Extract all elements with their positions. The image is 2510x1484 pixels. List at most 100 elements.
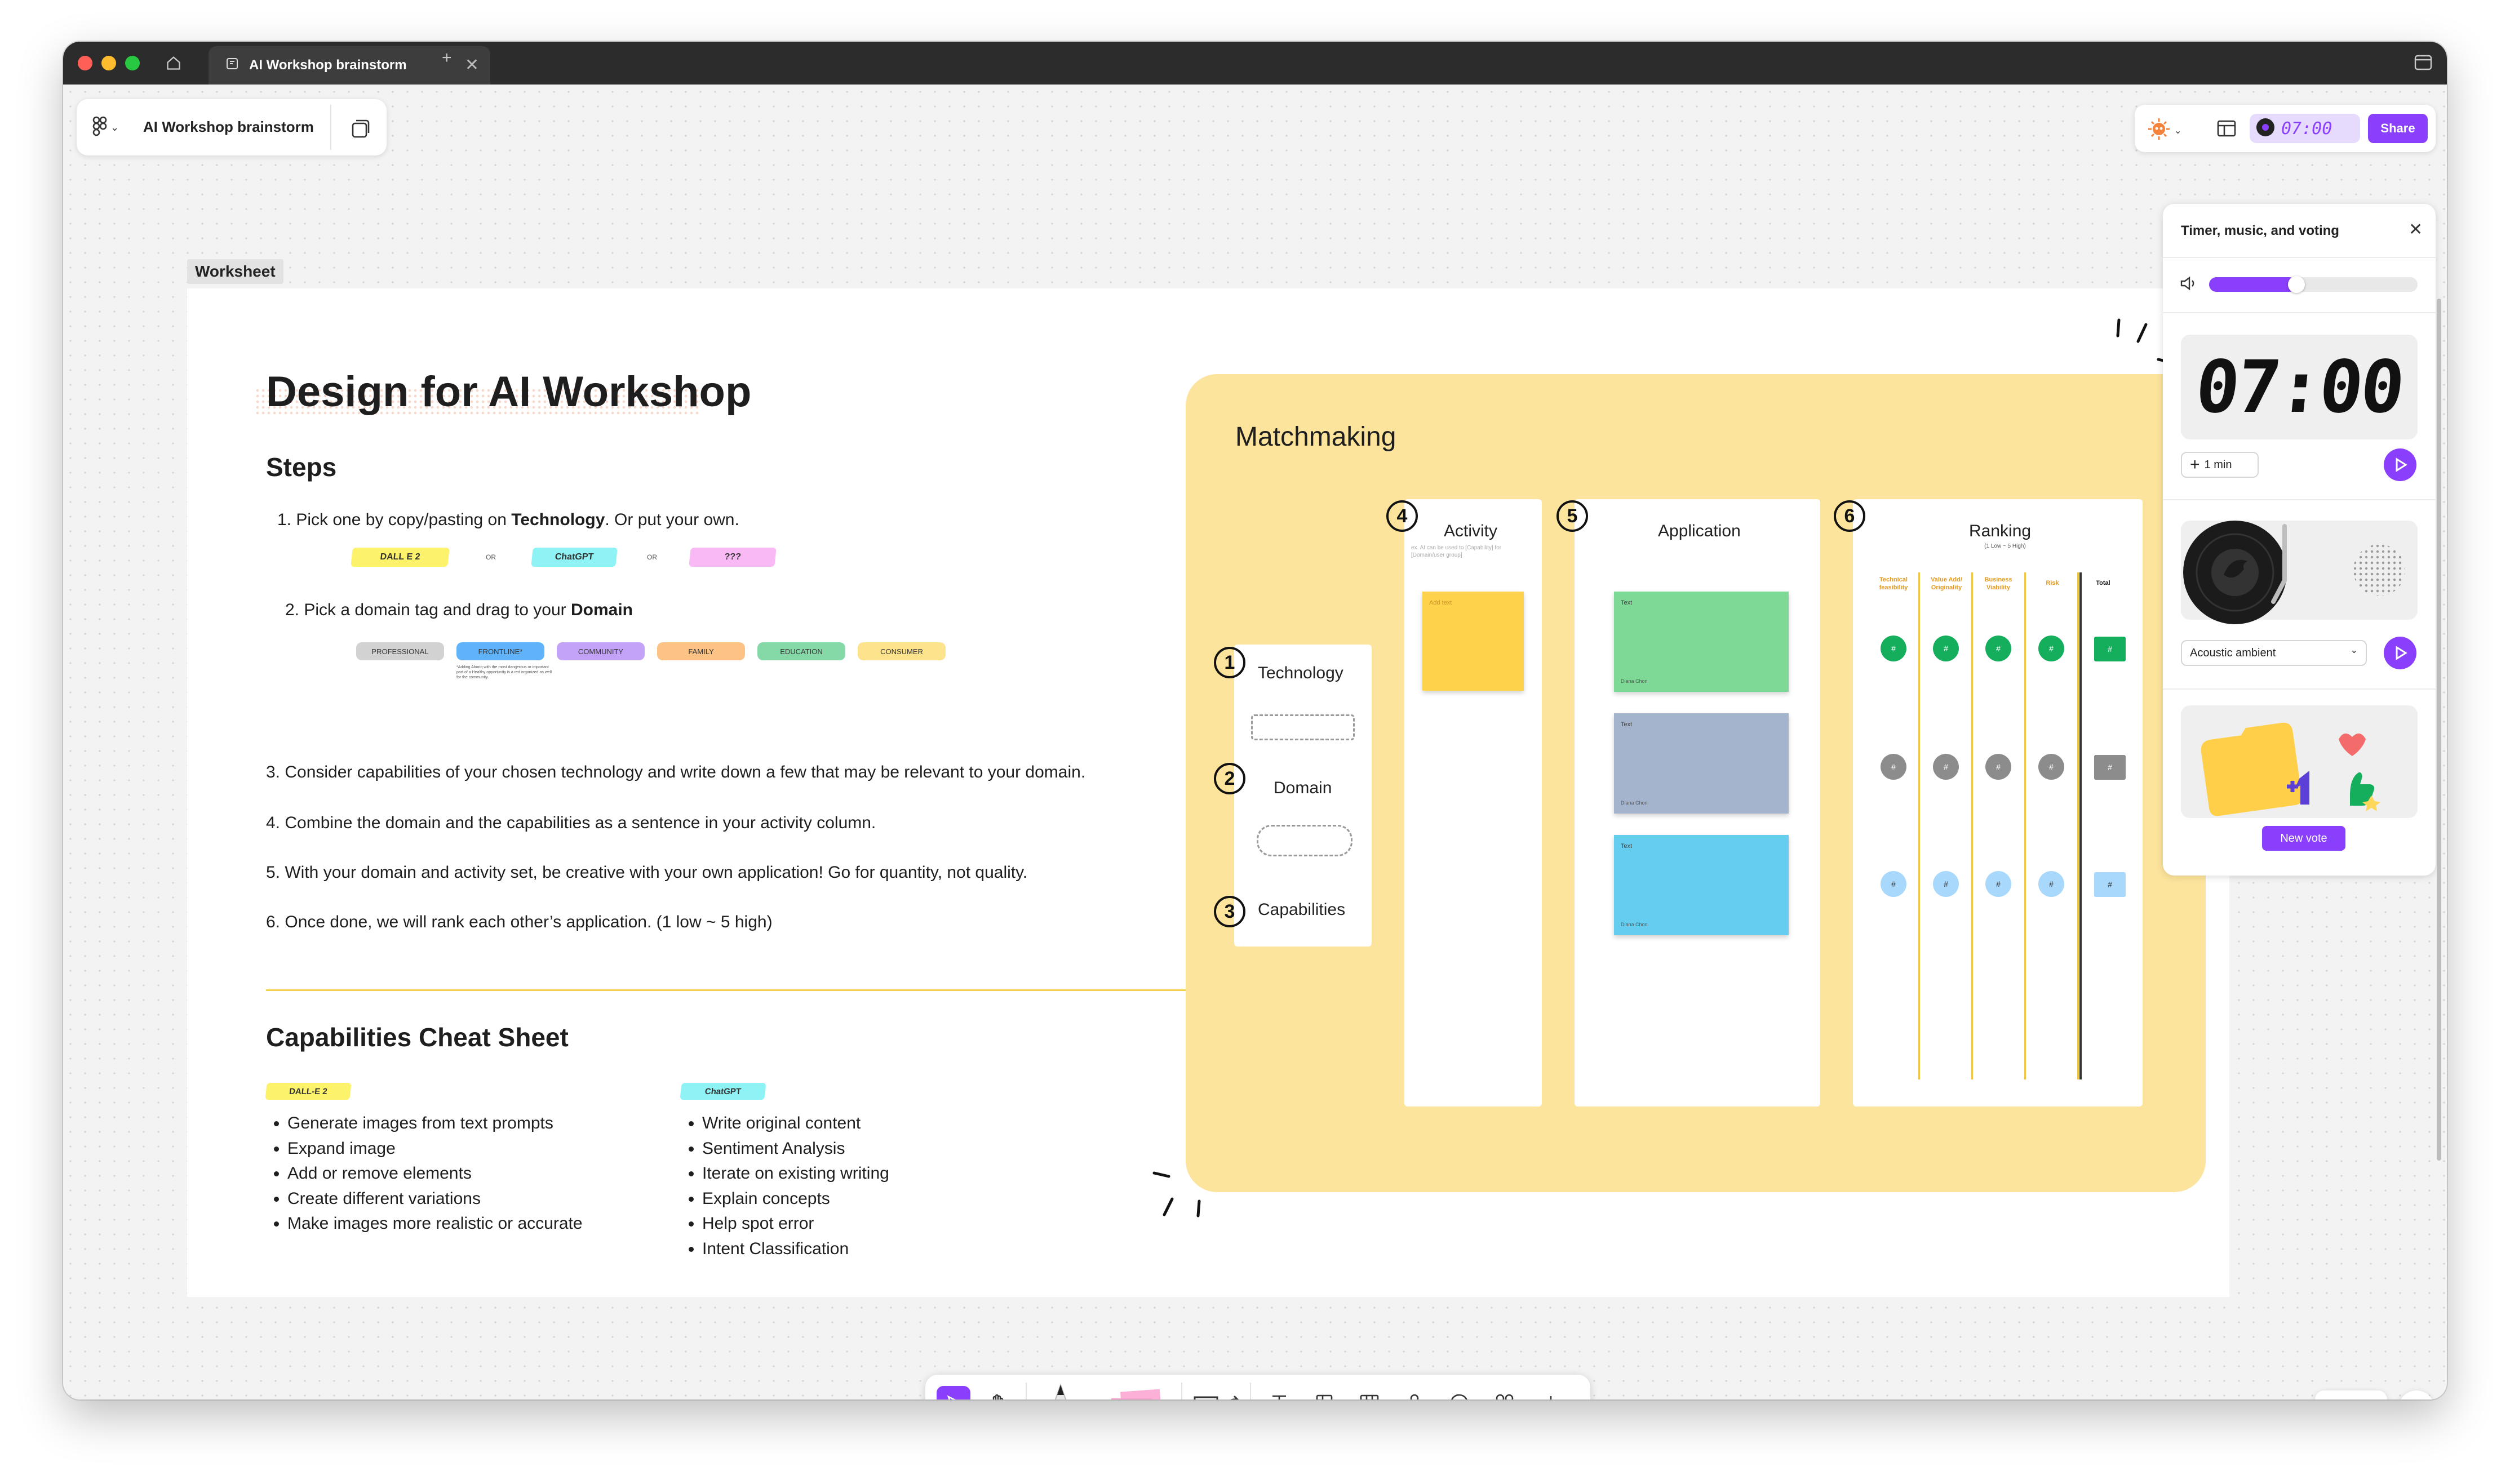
timer-play-button[interactable]: [2384, 448, 2416, 481]
application-sticky-blue-gray[interactable]: Text Diana Chon: [1614, 713, 1789, 814]
worksheet-label[interactable]: Worksheet: [187, 259, 283, 284]
shape-icon[interactable]: [1192, 1392, 1243, 1399]
rank-cell[interactable]: #: [1881, 636, 1906, 661]
domain-tag-community[interactable]: COMMUNITY: [557, 642, 645, 660]
list-item: Expand image: [287, 1136, 583, 1162]
rank-total-cell[interactable]: #: [2094, 637, 2126, 661]
list-item: Create different variations: [287, 1187, 583, 1212]
canvas[interactable]: ⌄ AI Workshop brainstorm Worksheet Desig…: [63, 85, 2447, 1399]
sticky-icon[interactable]: [1105, 1387, 1167, 1399]
main-menu-button[interactable]: ⌄: [92, 116, 119, 139]
ranking-title: Ranking: [1969, 522, 2032, 540]
step-1: 1. Pick one by copy/pasting on Technolog…: [277, 510, 739, 529]
stamp-icon[interactable]: [1398, 1386, 1431, 1399]
title-bar: AI Workshop brainstorm ✕ +: [63, 42, 2447, 85]
new-vote-button[interactable]: New vote: [2262, 826, 2345, 851]
activity-column[interactable]: [1404, 499, 1542, 1107]
figjam-file-icon: [225, 57, 239, 74]
panel-title: Timer, music, and voting: [2181, 223, 2339, 238]
rank-header-viability: Business Viability: [1984, 576, 2012, 591]
ai-assist-button[interactable]: ⌄: [2147, 117, 2181, 144]
activity-sticky-note[interactable]: Add text: [1422, 592, 1524, 691]
home-icon[interactable]: [162, 52, 185, 74]
rank-cell[interactable]: #: [1933, 871, 1959, 897]
worksheet-section[interactable]: Design for AI Workshop Steps 1. Pick one…: [187, 288, 2229, 1297]
tech-tag-chatgpt[interactable]: ChatGPT: [531, 548, 618, 567]
activity-title: Activity: [1444, 522, 1498, 540]
rank-total-cell[interactable]: #: [2094, 872, 2126, 897]
rank-cell[interactable]: #: [1985, 871, 2011, 897]
rank-cell[interactable]: #: [2038, 871, 2064, 897]
text-icon[interactable]: [1262, 1386, 1296, 1399]
help-button[interactable]: ?: [2398, 1390, 2434, 1399]
top-right-toolbar: ⌄ 07:00 Share: [2135, 105, 2436, 152]
domain-dropzone[interactable]: [1257, 825, 1352, 856]
widgets-icon[interactable]: [1488, 1386, 1522, 1399]
add-minute-label: 1 min: [2204, 458, 2232, 471]
rank-total-cell[interactable]: #: [2094, 755, 2126, 780]
page-title: Design for AI Workshop: [266, 368, 752, 416]
cheat-tag-dalle[interactable]: DALL-E 2: [265, 1083, 352, 1100]
domain-tag-consumer[interactable]: CONSUMER: [858, 642, 946, 660]
sun-sparkle-icon: [2147, 117, 2171, 144]
file-name[interactable]: AI Workshop brainstorm: [143, 118, 314, 136]
pages-icon[interactable]: [351, 118, 371, 141]
music-play-button[interactable]: [2384, 637, 2416, 669]
close-icon[interactable]: ✕: [2409, 220, 2423, 239]
sidebar-toggle-icon[interactable]: [2414, 54, 2432, 74]
close-window-button[interactable]: [78, 56, 92, 70]
application-sticky-cyan[interactable]: Text Diana Chon: [1614, 835, 1789, 935]
rank-divider: [1918, 572, 1920, 1079]
speaker-grille-icon: [2353, 544, 2405, 596]
hand-icon[interactable]: [981, 1386, 1014, 1399]
new-tab-icon[interactable]: +: [442, 48, 452, 68]
matchmaking-board[interactable]: Matchmaking 1 Technology 2 Domain 3 Capa…: [1186, 374, 2206, 1192]
rank-cell[interactable]: #: [1933, 636, 1959, 661]
list-item: Add or remove elements: [287, 1161, 583, 1187]
timer-display: 07:00: [2192, 345, 2407, 429]
share-button[interactable]: Share: [2368, 114, 2428, 143]
rank-cell[interactable]: #: [2038, 754, 2064, 780]
timer-widget-button[interactable]: 07:00: [2250, 114, 2360, 143]
tech-tag-dalle[interactable]: DALL E 2: [351, 548, 450, 567]
rank-header-total: Total: [2096, 580, 2110, 587]
rank-cell[interactable]: #: [1881, 871, 1906, 897]
rank-cell[interactable]: #: [1881, 754, 1906, 780]
divider: [2163, 257, 2436, 258]
comment-icon[interactable]: [1443, 1386, 1476, 1399]
domain-tag-professional[interactable]: PROFESSIONAL: [356, 642, 444, 660]
rank-cell[interactable]: #: [1933, 754, 1959, 780]
application-sticky-green[interactable]: Text Diana Chon: [1614, 592, 1789, 692]
plus-icon[interactable]: [1534, 1386, 1568, 1399]
pen-icon[interactable]: [1044, 1380, 1077, 1399]
speaker-icon[interactable]: [2180, 276, 2197, 294]
zoom-in-button[interactable]: +: [2352, 1393, 2384, 1399]
technology-dropzone[interactable]: [1251, 714, 1355, 740]
volume-slider-knob[interactable]: [2288, 276, 2305, 293]
tech-tag-custom[interactable]: ???: [689, 548, 777, 567]
step-number-1: 1: [1214, 647, 1245, 678]
domain-tag-family[interactable]: FAMILY: [657, 642, 745, 660]
close-tab-icon[interactable]: ✕: [465, 55, 479, 75]
layout-icon[interactable]: [2217, 119, 2236, 140]
domain-tag-education[interactable]: EDUCATION: [757, 642, 845, 660]
zoom-controls: − +: [2315, 1390, 2387, 1399]
minimize-window-button[interactable]: [101, 56, 116, 70]
zoom-out-button[interactable]: −: [2317, 1393, 2349, 1399]
add-minute-button[interactable]: + 1 min: [2181, 452, 2259, 478]
frontline-note: *Adding Aboriq with the most dangerous o…: [456, 665, 552, 679]
cheat-tag-chatgpt[interactable]: ChatGPT: [680, 1083, 766, 1100]
cursor-icon[interactable]: [937, 1386, 970, 1399]
music-select[interactable]: Acoustic ambient ⌄: [2181, 640, 2367, 666]
section-icon[interactable]: [1307, 1386, 1341, 1399]
volume-slider[interactable]: [2209, 276, 2418, 293]
maximize-window-button[interactable]: [125, 56, 140, 70]
music-select-value: Acoustic ambient: [2190, 646, 2276, 659]
divider: [2163, 312, 2436, 313]
domain-tag-frontline[interactable]: FRONTLINE*: [456, 642, 544, 660]
rank-cell[interactable]: #: [1985, 754, 2011, 780]
table-icon[interactable]: [1352, 1386, 1386, 1399]
rank-cell[interactable]: #: [1985, 636, 2011, 661]
rank-cell[interactable]: #: [2038, 636, 2064, 661]
vertical-scrollbar[interactable]: [2437, 299, 2441, 1161]
